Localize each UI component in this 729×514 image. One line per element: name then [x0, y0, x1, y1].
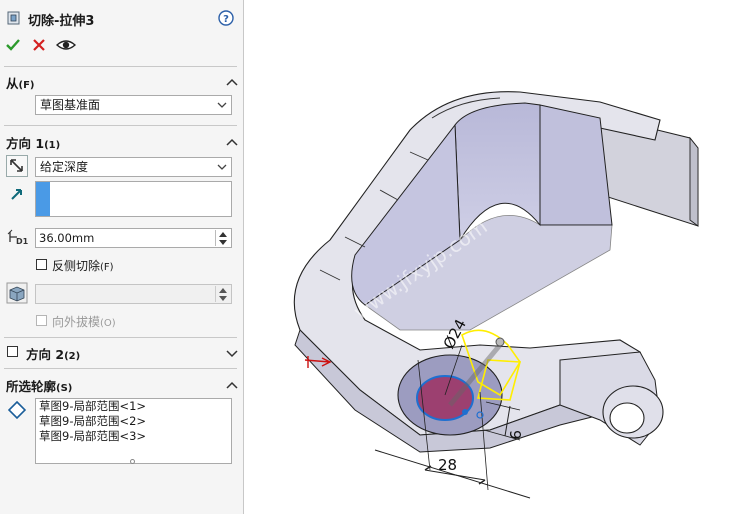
- divider: [4, 368, 237, 369]
- feature-title: 切除-拉伸3: [28, 14, 95, 29]
- contour-selection-icon: [7, 400, 27, 420]
- chevron-down-icon: [217, 164, 227, 170]
- direction-of-extrusion-icon: [9, 186, 25, 202]
- property-manager-panel: 切除-拉伸3 ? 从(F) 草图基准面 方向 1(1) 给定深度 D1 36.0…: [0, 0, 244, 514]
- svg-text:?: ?: [223, 14, 229, 25]
- list-item[interactable]: 草图9-局部范围<3>: [36, 429, 231, 444]
- collapse-up-icon[interactable]: [226, 76, 238, 86]
- end-condition-select[interactable]: 给定深度: [35, 157, 232, 177]
- graphics-viewport[interactable]: Ø24 28 9 www.jfxyjp.com: [245, 0, 729, 514]
- height-dimension: 9: [506, 430, 524, 440]
- divider: [4, 125, 237, 126]
- x-icon[interactable]: [33, 39, 45, 51]
- svg-text:D1: D1: [16, 237, 29, 246]
- help-icon[interactable]: ?: [218, 10, 234, 26]
- draft-icon[interactable]: [6, 282, 28, 304]
- direction2-checkbox[interactable]: [7, 346, 18, 357]
- list-item[interactable]: 草图9-局部范围<1>: [36, 399, 231, 414]
- eye-icon[interactable]: [55, 37, 77, 53]
- depth-dimension-icon: D1: [7, 228, 29, 246]
- length-dimension: 28: [438, 456, 457, 474]
- cut-extrude-feature-icon: [6, 10, 22, 26]
- collapse-up-icon[interactable]: [226, 379, 238, 389]
- depth-input[interactable]: 36.00mm: [35, 228, 232, 248]
- from-section-title[interactable]: 从(F): [6, 73, 35, 92]
- direction2-section-title[interactable]: 方向 2(2): [26, 344, 80, 363]
- divider: [4, 66, 237, 67]
- chevron-down-icon: [217, 102, 227, 108]
- resize-handle[interactable]: [130, 459, 135, 464]
- divider: [4, 337, 237, 338]
- selection-highlight: [36, 182, 50, 216]
- draft-outward-checkbox[interactable]: [36, 315, 47, 326]
- flip-side-to-cut-label: 反侧切除(F): [52, 259, 114, 273]
- direction-reference-field[interactable]: [35, 181, 232, 217]
- 3d-model-view: Ø24 28 9 www.jfxyjp.com: [293, 91, 699, 499]
- reverse-direction-icon[interactable]: [6, 155, 28, 177]
- selected-contours-section-title[interactable]: 所选轮廓(S): [6, 376, 72, 395]
- draft-angle-input[interactable]: [35, 284, 232, 304]
- flip-side-to-cut-checkbox[interactable]: [36, 259, 47, 270]
- collapse-up-icon[interactable]: [226, 136, 238, 146]
- selected-contours-list[interactable]: 草图9-局部范围<1> 草图9-局部范围<2> 草图9-局部范围<3>: [35, 398, 232, 464]
- direction1-section-title[interactable]: 方向 1(1): [6, 133, 60, 152]
- draft-outward-label: 向外拔模(O): [52, 315, 116, 329]
- spin-buttons[interactable]: [215, 286, 230, 302]
- checkmark-icon[interactable]: [6, 38, 20, 52]
- spin-buttons[interactable]: [215, 230, 230, 246]
- list-item[interactable]: 草图9-局部范围<2>: [36, 414, 231, 429]
- from-start-condition-select[interactable]: 草图基准面: [35, 95, 232, 115]
- expand-down-icon[interactable]: [226, 347, 238, 358]
